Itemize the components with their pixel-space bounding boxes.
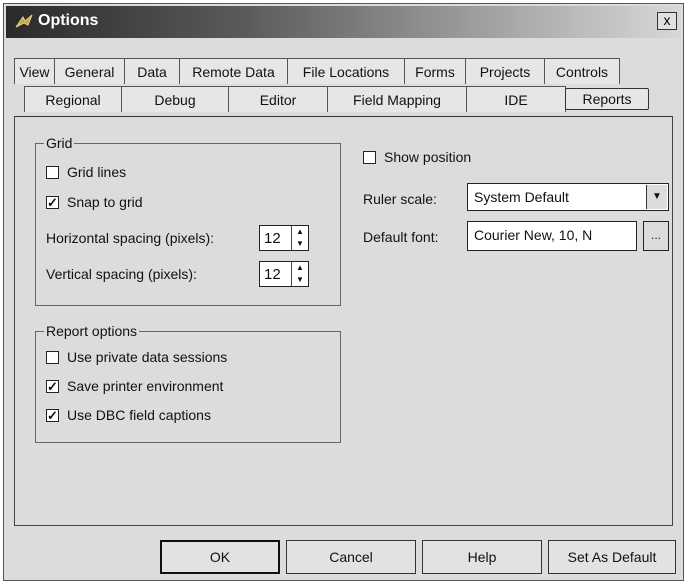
default-font-field[interactable]: Courier New, 10, N — [467, 221, 637, 251]
horizontal-spacing-label: Horizontal spacing (pixels): — [46, 230, 215, 246]
ok-button[interactable]: OK — [160, 540, 280, 574]
show-position-label: Show position — [384, 149, 472, 165]
default-font-value: Courier New, 10, N — [474, 227, 593, 243]
private-sessions-label: Use private data sessions — [67, 349, 228, 365]
dropdown-arrow-icon[interactable]: ▼ — [646, 185, 667, 209]
close-button[interactable]: x — [657, 12, 677, 30]
snap-to-grid-label: Snap to grid — [67, 194, 143, 210]
vertical-spinner-buttons: ▲ ▼ — [291, 262, 308, 286]
vertical-spacing-spinner[interactable]: 12 ▲ ▼ — [259, 261, 309, 287]
private-sessions-checkbox[interactable]: Use private data sessions — [46, 349, 227, 365]
ruler-scale-value: System Default — [474, 189, 569, 205]
tab-row-2: Regional Debug Editor Field Mapping IDE … — [24, 86, 649, 112]
tab-general[interactable]: General — [54, 58, 125, 84]
ruler-scale-select[interactable]: System Default ▼ — [467, 183, 669, 211]
tab-reports[interactable]: Reports — [565, 88, 649, 110]
dbc-captions-box[interactable]: ✓ — [46, 408, 59, 422]
private-sessions-box[interactable] — [46, 350, 59, 364]
reports-panel: Grid Grid lines ✓ Snap to grid Horizonta… — [14, 116, 673, 526]
tab-editor[interactable]: Editor — [228, 86, 328, 112]
tab-regional[interactable]: Regional — [24, 86, 122, 112]
tab-ide[interactable]: IDE — [466, 86, 566, 112]
vertical-spacing-value[interactable]: 12 — [264, 266, 281, 283]
report-options-label: Report options — [44, 323, 140, 339]
tab-file-locations[interactable]: File Locations — [287, 58, 405, 84]
default-font-label: Default font: — [363, 229, 439, 245]
vertical-spacing-row: Vertical spacing (pixels): — [46, 266, 197, 282]
printer-environment-box[interactable]: ✓ — [46, 379, 59, 393]
default-font-row: Default font: — [363, 229, 439, 245]
report-options-group: Report options Use private data sessions… — [35, 323, 341, 443]
snap-to-grid-box[interactable]: ✓ — [46, 195, 59, 209]
spin-down-icon[interactable]: ▼ — [292, 238, 308, 250]
ruler-scale-row: Ruler scale: — [363, 191, 437, 207]
horizontal-spacing-spinner[interactable]: 12 ▲ ▼ — [259, 225, 309, 251]
app-icon — [15, 14, 33, 28]
snap-to-grid-checkbox[interactable]: ✓ Snap to grid — [46, 194, 143, 210]
spin-up-icon[interactable]: ▲ — [292, 262, 308, 274]
show-position-checkbox[interactable]: Show position — [363, 149, 471, 165]
grid-group: Grid Grid lines ✓ Snap to grid Horizonta… — [35, 135, 341, 306]
title-bar: Options x — [6, 6, 681, 38]
grid-lines-box[interactable] — [46, 165, 59, 179]
tab-view[interactable]: View — [14, 58, 55, 84]
font-browse-button[interactable]: ... — [643, 221, 669, 251]
dbc-captions-label: Use DBC field captions — [67, 407, 211, 423]
grid-group-label: Grid — [44, 135, 75, 151]
printer-environment-label: Save printer environment — [67, 378, 224, 394]
tab-remote-data[interactable]: Remote Data — [179, 58, 288, 84]
dbc-captions-checkbox[interactable]: ✓ Use DBC field captions — [46, 407, 211, 423]
tab-data[interactable]: Data — [124, 58, 180, 84]
horizontal-spacing-row: Horizontal spacing (pixels): — [46, 230, 214, 246]
tab-row-1: View General Data Remote Data File Locat… — [14, 58, 620, 84]
printer-environment-checkbox[interactable]: ✓ Save printer environment — [46, 378, 223, 394]
set-as-default-button[interactable]: Set As Default — [548, 540, 676, 574]
help-button[interactable]: Help — [422, 540, 542, 574]
grid-lines-label: Grid lines — [67, 164, 127, 180]
tab-forms[interactable]: Forms — [404, 58, 466, 84]
options-dialog: Options x View General Data Remote Data … — [3, 3, 684, 581]
vertical-spacing-label: Vertical spacing (pixels): — [46, 266, 197, 282]
ruler-scale-label: Ruler scale: — [363, 191, 437, 207]
tab-controls[interactable]: Controls — [544, 58, 620, 84]
horizontal-spinner-buttons: ▲ ▼ — [291, 226, 308, 250]
spin-down-icon[interactable]: ▼ — [292, 274, 308, 286]
horizontal-spacing-value[interactable]: 12 — [264, 230, 281, 247]
window-title: Options — [38, 12, 99, 29]
tab-projects[interactable]: Projects — [465, 58, 545, 84]
tab-field-mapping[interactable]: Field Mapping — [327, 86, 467, 112]
grid-lines-checkbox[interactable]: Grid lines — [46, 164, 126, 180]
tab-debug[interactable]: Debug — [121, 86, 229, 112]
spin-up-icon[interactable]: ▲ — [292, 226, 308, 238]
cancel-button[interactable]: Cancel — [286, 540, 416, 574]
show-position-box[interactable] — [363, 150, 376, 164]
